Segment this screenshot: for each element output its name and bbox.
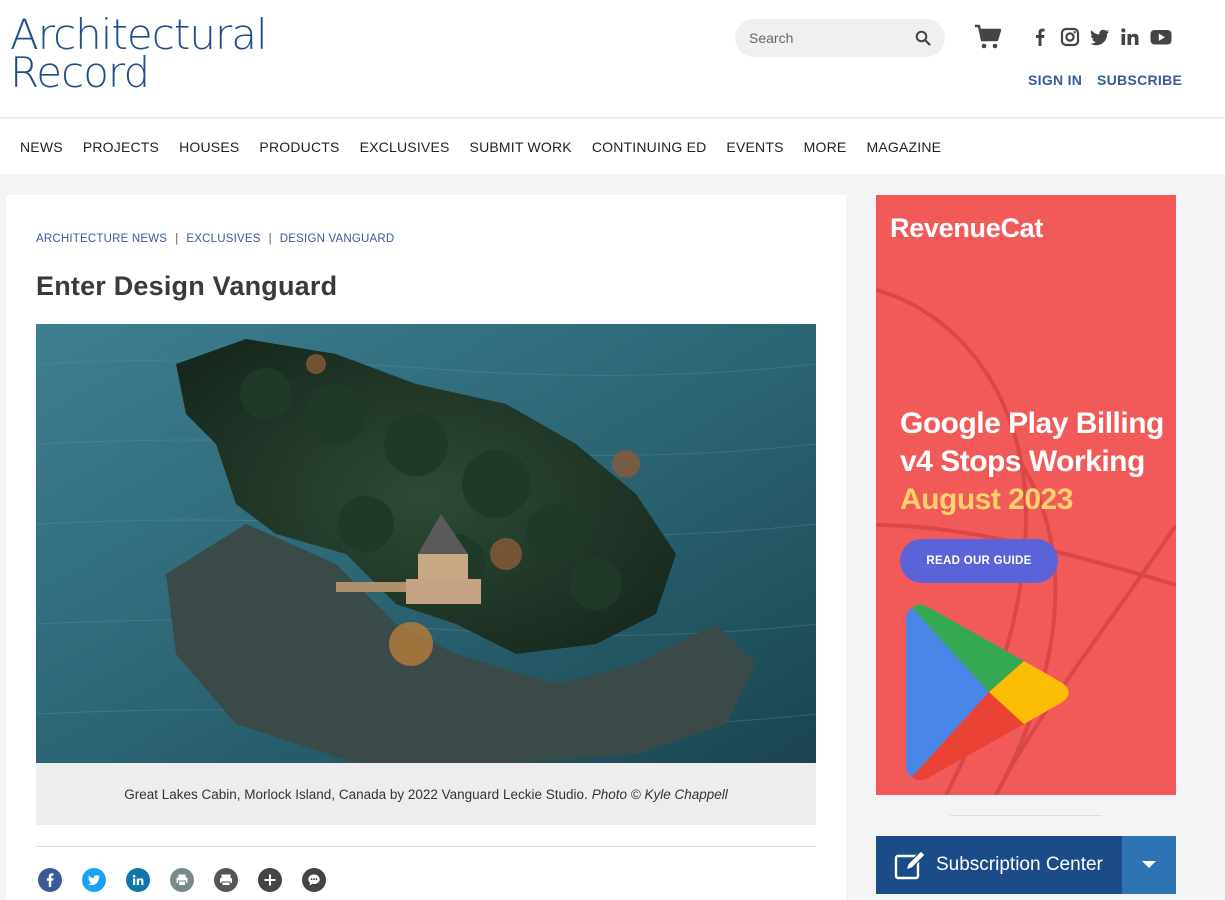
- nav-item-projects[interactable]: PROJECTS: [83, 139, 159, 155]
- comment-icon[interactable]: [302, 868, 326, 892]
- nav-item-houses[interactable]: HOUSES: [179, 139, 239, 155]
- youtube-icon[interactable]: [1150, 27, 1172, 47]
- linkedin-icon[interactable]: [1120, 27, 1140, 47]
- subscription-center-label: Subscription Center: [936, 854, 1103, 875]
- subscribe-link[interactable]: SUBSCRIBE: [1097, 72, 1182, 88]
- breadcrumb-separator: |: [175, 233, 179, 245]
- breadcrumb-exclusives[interactable]: EXCLUSIVES: [186, 233, 260, 245]
- plus-icon[interactable]: [258, 868, 282, 892]
- page-title: Enter Design Vanguard: [36, 271, 338, 301]
- sidebar-divider: [950, 815, 1102, 816]
- linkedin-share-icon[interactable]: [126, 868, 150, 892]
- print-icon[interactable]: [170, 868, 194, 892]
- edit-icon: [894, 850, 926, 885]
- instagram-icon[interactable]: [1060, 27, 1080, 47]
- ad-headline-line-1: Google Play Billing: [900, 407, 1164, 440]
- share-bar: [38, 868, 326, 892]
- breadcrumb-architecture-news[interactable]: ARCHITECTURE NEWS: [36, 233, 167, 245]
- twitter-icon[interactable]: [1090, 27, 1110, 47]
- ad-headline-line-3: August 2023: [900, 483, 1073, 516]
- main-nav: NEWS PROJECTS HOUSES PRODUCTS EXCLUSIVES…: [0, 119, 1225, 174]
- hero-image[interactable]: [36, 324, 816, 763]
- caption-text: Great Lakes Cabin, Morlock Island, Canad…: [124, 786, 588, 802]
- subscription-dropdown-toggle[interactable]: [1122, 836, 1176, 894]
- cart-icon[interactable]: [974, 24, 1002, 50]
- image-caption: Great Lakes Cabin, Morlock Island, Canad…: [36, 763, 816, 825]
- search-input[interactable]: [749, 19, 909, 57]
- site-logo[interactable]: Architectural Record: [10, 14, 268, 97]
- ad-brand-logo: RevenueCat: [890, 213, 1044, 243]
- nav-item-events[interactable]: EVENTS: [726, 139, 783, 155]
- logo-line-2: Record: [10, 48, 150, 97]
- breadcrumb-separator: |: [268, 233, 272, 245]
- ad-headline-line-2: v4 Stops Working: [900, 445, 1145, 478]
- sidebar-ad[interactable]: RevenueCat Google Play Billing v4 Stops …: [876, 195, 1176, 795]
- nav-item-submit-work[interactable]: SUBMIT WORK: [470, 139, 572, 155]
- search-icon[interactable]: [915, 30, 931, 46]
- nav-item-news[interactable]: NEWS: [20, 139, 63, 155]
- sign-in-link[interactable]: SIGN IN: [1028, 72, 1082, 88]
- ad-headline: Google Play Billing v4 Stops Working Aug…: [900, 405, 1164, 519]
- site-header: Architectural Record SIGN IN SUBSCRIBE: [0, 0, 1225, 118]
- nav-item-products[interactable]: PRODUCTS: [259, 139, 339, 155]
- article-card: ARCHITECTURE NEWS | EXCLUSIVES | DESIGN VANG…: [6, 195, 846, 900]
- reprints-icon[interactable]: [214, 868, 238, 892]
- twitter-share-icon[interactable]: [82, 868, 106, 892]
- ad-read-guide-button[interactable]: READ OUR GUIDE: [900, 539, 1058, 583]
- facebook-icon[interactable]: [1030, 27, 1050, 47]
- breadcrumb-design-vanguard[interactable]: DESIGN VANGUARD: [280, 233, 395, 245]
- nav-item-magazine[interactable]: MAGAZINE: [866, 139, 941, 155]
- search-box: [735, 19, 945, 57]
- google-play-icon: [904, 600, 1079, 790]
- nav-item-continuing-ed[interactable]: CONTINUING ED: [592, 139, 707, 155]
- divider: [36, 846, 816, 847]
- breadcrumb: ARCHITECTURE NEWS | EXCLUSIVES | DESIGN VANG…: [36, 233, 394, 245]
- nav-item-more[interactable]: MORE: [804, 139, 847, 155]
- caption-credit: Photo © Kyle Chappell: [591, 786, 728, 802]
- social-links: [1030, 26, 1172, 48]
- facebook-share-icon[interactable]: [38, 868, 62, 892]
- subscription-center-button[interactable]: Subscription Center: [876, 836, 1176, 894]
- nav-item-exclusives[interactable]: EXCLUSIVES: [360, 139, 450, 155]
